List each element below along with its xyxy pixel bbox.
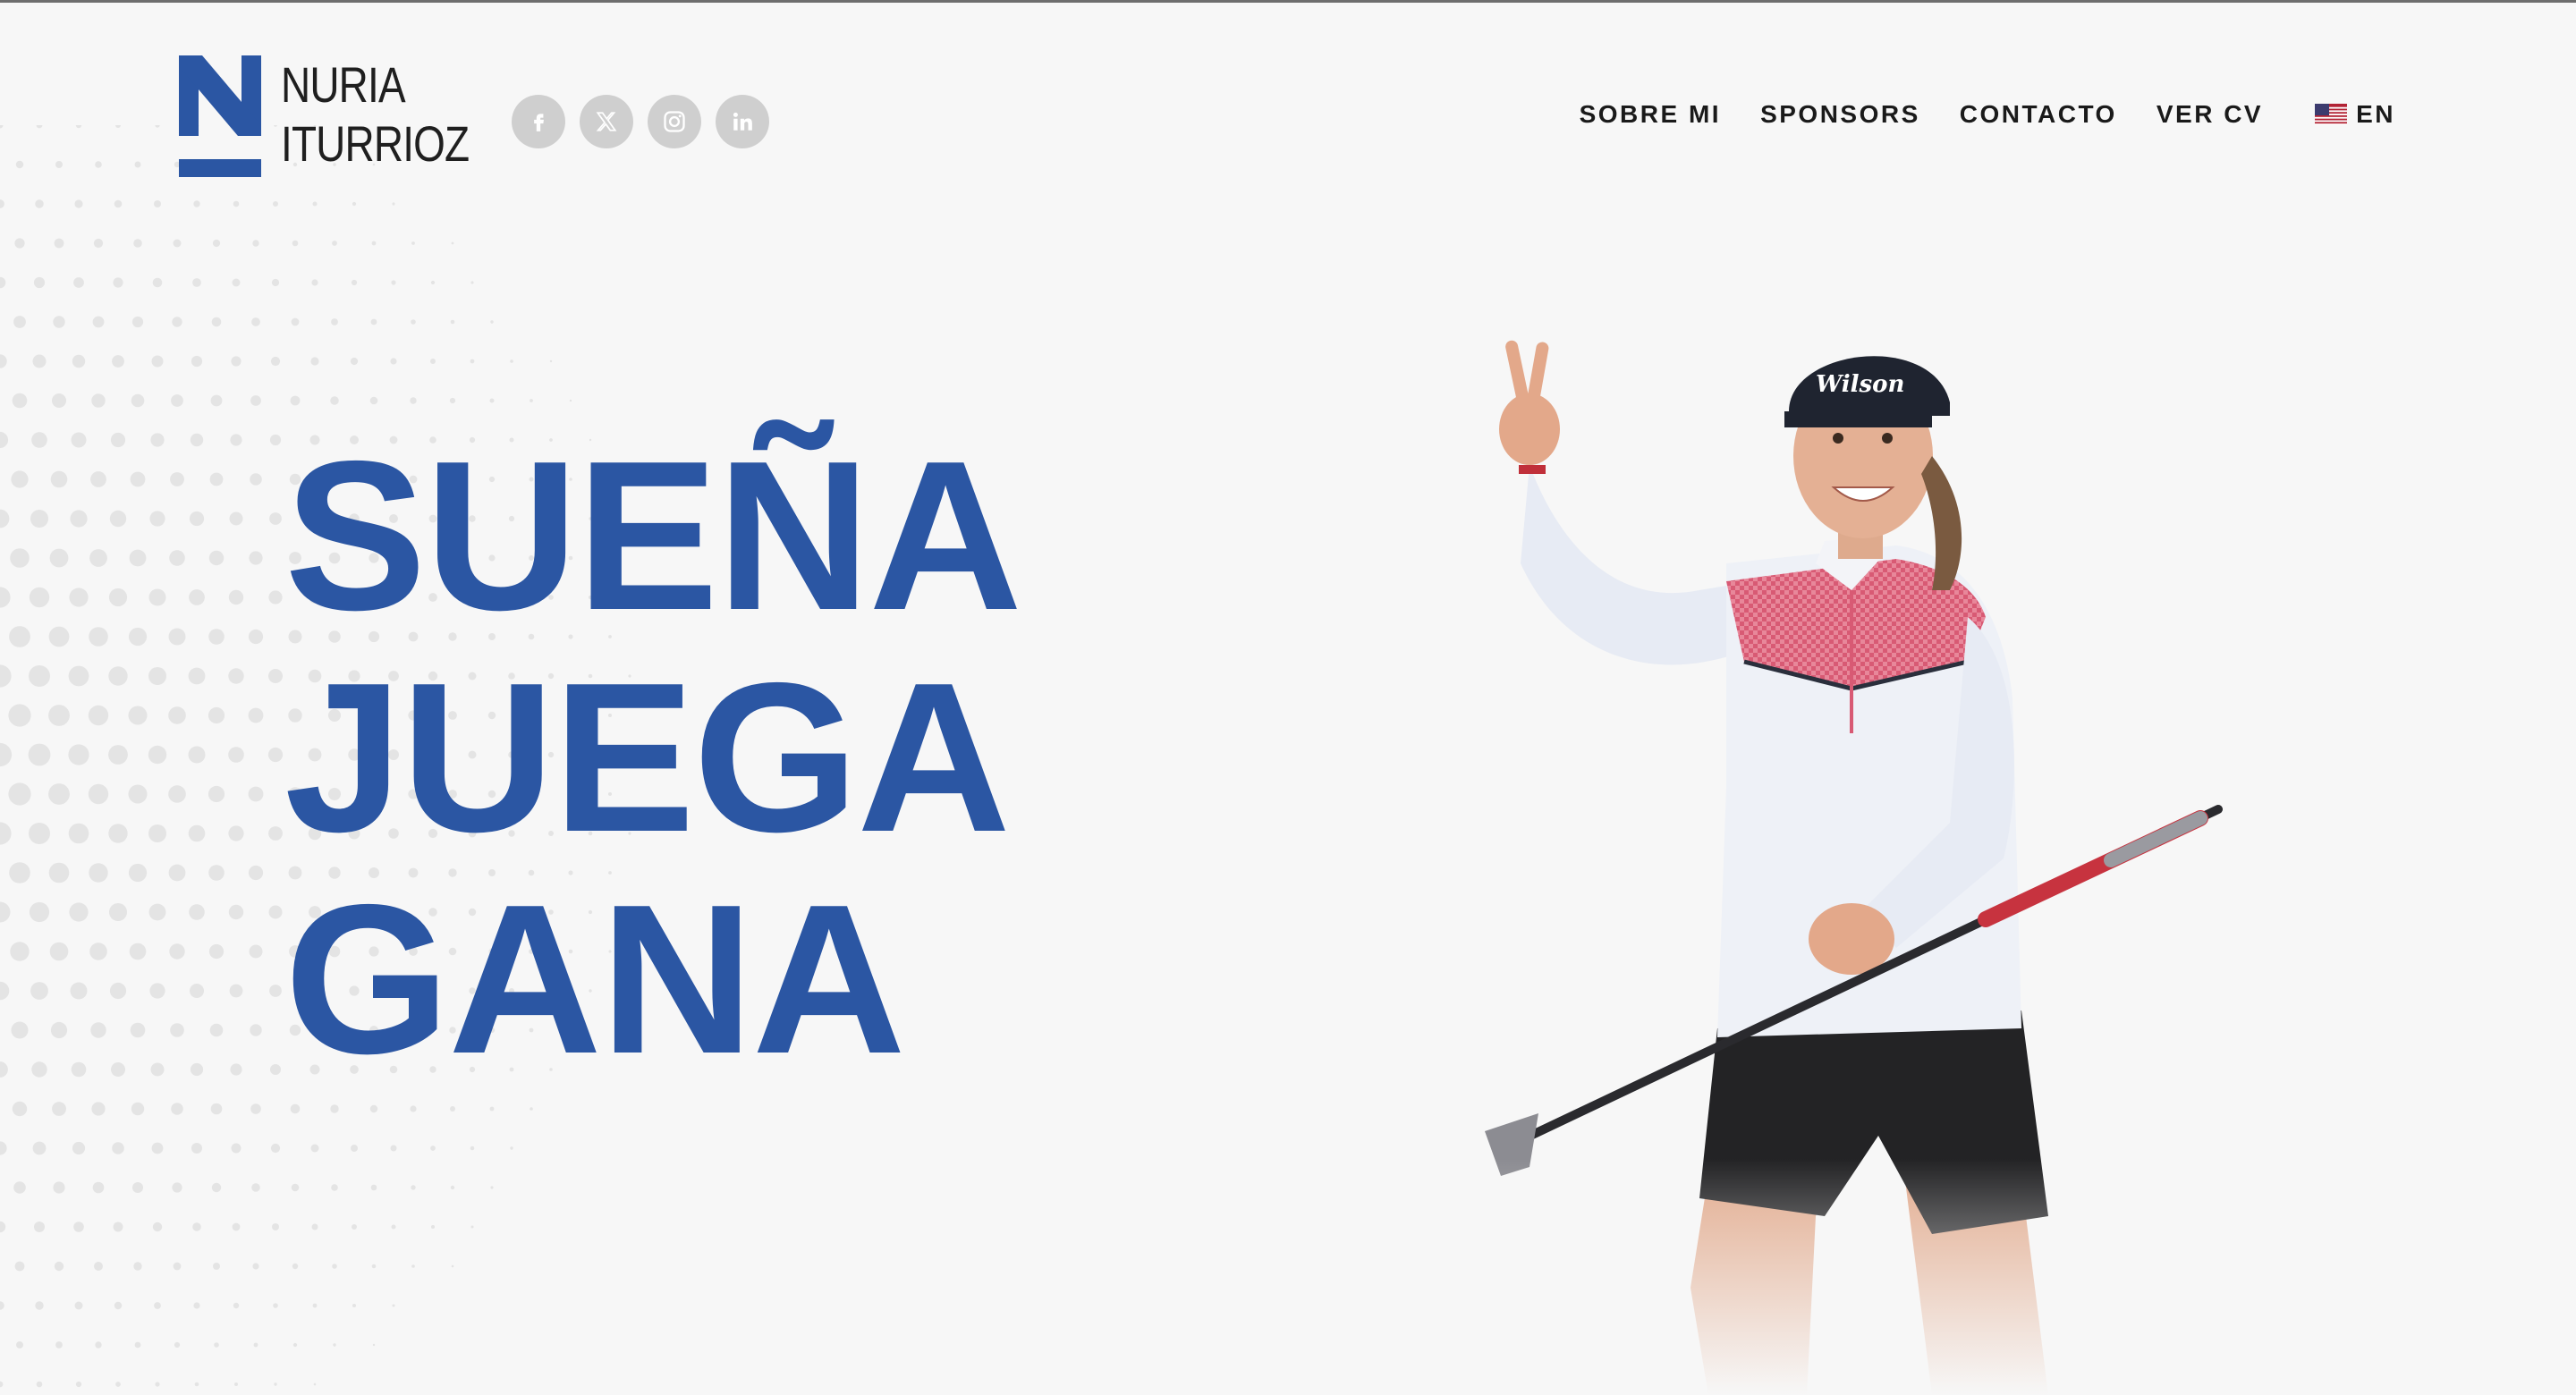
site-logo[interactable]: NURIA ITURRIOZ bbox=[179, 55, 510, 177]
language-label: EN bbox=[2356, 100, 2395, 128]
nav-item-contacto[interactable]: CONTACTO bbox=[1960, 100, 2117, 129]
golfer-photo: Wilson bbox=[1431, 322, 2236, 1395]
nav-item-sponsors[interactable]: SPONSORS bbox=[1760, 100, 1920, 129]
logo-name-line1: NURIA bbox=[281, 56, 406, 113]
x-link[interactable] bbox=[580, 95, 633, 148]
hero-headline: SUEÑA JUEGA GANA bbox=[284, 418, 1022, 1098]
main-nav: SOBRE MI SPONSORS CONTACTO VER CV EN bbox=[1580, 100, 2395, 129]
linkedin-link[interactable] bbox=[716, 95, 769, 148]
logo-mark-icon bbox=[179, 55, 261, 177]
logo-name-line2: ITURRIOZ bbox=[281, 115, 470, 172]
linkedin-icon bbox=[733, 112, 752, 131]
x-icon bbox=[596, 112, 617, 131]
nav-item-sobre-mi[interactable]: SOBRE MI bbox=[1580, 100, 1721, 129]
nav-item-ver-cv[interactable]: VER CV bbox=[2157, 100, 2263, 129]
instagram-icon bbox=[664, 111, 685, 132]
hero-line-juega: JUEGA bbox=[284, 639, 1011, 876]
page: NURIA ITURRIOZ SOBRE MI SPONSORS CONTACT… bbox=[0, 0, 2576, 1395]
us-flag-icon bbox=[2315, 104, 2348, 125]
hero-line-gana: GANA bbox=[284, 861, 906, 1098]
hero-line-suena: SUEÑA bbox=[284, 418, 1022, 655]
social-links bbox=[512, 95, 769, 148]
site-header: NURIA ITURRIOZ SOBRE MI SPONSORS CONTACT… bbox=[0, 0, 2576, 241]
language-switcher[interactable]: EN bbox=[2315, 100, 2395, 129]
facebook-icon bbox=[534, 114, 544, 131]
facebook-link[interactable] bbox=[512, 95, 565, 148]
instagram-link[interactable] bbox=[648, 95, 701, 148]
logo-text: NURIA ITURRIOZ bbox=[281, 55, 470, 173]
